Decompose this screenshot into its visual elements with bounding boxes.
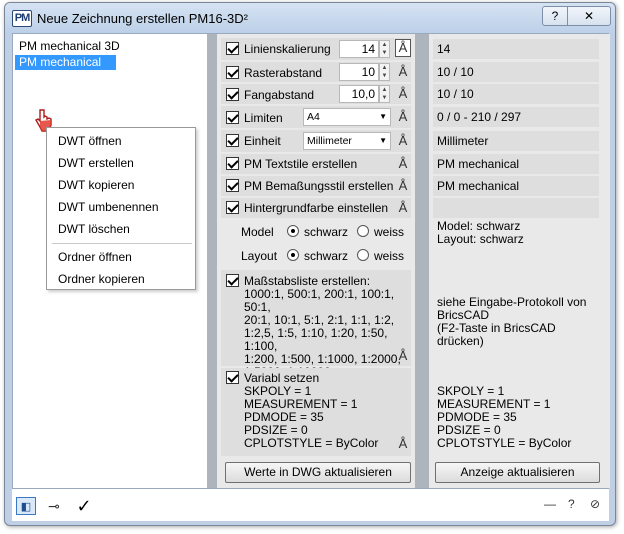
variabl-annotative-icon[interactable]: Å	[396, 436, 410, 452]
massstab-annotative-icon[interactable]: Å	[396, 348, 410, 364]
ok-check-icon[interactable]: ✓	[74, 497, 94, 515]
fangabstand-annotative-icon[interactable]: Å	[396, 86, 410, 102]
textstile-label: PM Textstile erstellen	[244, 157, 358, 171]
einheit-select[interactable]: Millimeter ▼	[303, 132, 391, 150]
bottom-toolbar: ◧ ⊸ ✓ — ? ⊘	[12, 489, 609, 521]
textstile-checkbox[interactable]	[226, 157, 239, 170]
rasterabstand-label: Rasterabstand	[244, 66, 323, 80]
menu-item-dwt-oeffnen[interactable]: DWT öffnen	[58, 131, 122, 151]
model-schwarz-label: schwarz	[304, 225, 349, 239]
result-colors: Model: schwarz Layout: schwarz	[437, 219, 524, 246]
limiten-select[interactable]: A4 ▼	[303, 108, 391, 126]
close-panel-icon[interactable]: ⊘	[590, 497, 600, 511]
hintergrundfarbe-label: Hintergrundfarbe einstellen	[244, 201, 389, 215]
linienskalierung-label: Linienskalierung	[244, 42, 331, 56]
variabl-checkbox[interactable]	[226, 371, 239, 384]
title-bar[interactable]: PM Neue Zeichnung erstellen PM16-3D² ? ✕	[5, 3, 615, 33]
tree-item-pm-mechanical-3d[interactable]: PM mechanical 3D	[15, 39, 120, 54]
rasterabstand-spinner[interactable]: ▲ ▼	[379, 63, 390, 81]
minimize-icon[interactable]: —	[544, 497, 556, 511]
variabl-list: SKPOLY = 1 MEASUREMENT = 1 PDMODE = 35 P…	[244, 384, 379, 450]
limiten-checkbox[interactable]	[226, 111, 239, 124]
layout-weiss-label: weiss	[374, 249, 405, 263]
einheit-select-value: Millimeter	[307, 135, 352, 147]
tree-item-pm-mechanical[interactable]: PM mechanical	[15, 55, 116, 70]
result-limiten: 0 / 0 - 210 / 297	[433, 107, 599, 127]
variabl-label: Variabl setzen	[244, 371, 320, 385]
linienskalierung-input[interactable]: 14	[339, 40, 379, 58]
layout-label: Layout	[241, 249, 278, 263]
result-bemassungsstil: PM mechanical	[433, 176, 599, 196]
einheit-checkbox[interactable]	[226, 134, 239, 147]
massstab-list: 1000:1, 500:1, 200:1, 100:1, 50:1, 20:1,…	[244, 287, 401, 379]
results-panel: 14 10 / 10 10 / 10 0 / 0 - 210 / 297 Mil…	[429, 34, 610, 488]
linienskalierung-spinner[interactable]: ▲ ▼	[379, 40, 390, 58]
model-weiss-label: weiss	[374, 225, 405, 239]
rasterabstand-annotative-icon[interactable]: Å	[396, 64, 410, 80]
rasterabstand-checkbox[interactable]	[226, 66, 239, 79]
pin-icon[interactable]: ⊸	[44, 497, 64, 515]
limiten-label: Limiten	[244, 111, 283, 125]
right-splitter[interactable]	[415, 34, 429, 488]
window-title: Neue Zeichnung erstellen PM16-3D²	[37, 11, 248, 26]
textstile-annotative-icon[interactable]: Å	[396, 156, 410, 172]
layout-schwarz-radio[interactable]	[287, 249, 299, 261]
result-einheit: Millimeter	[433, 131, 599, 151]
help-button[interactable]: ?	[542, 6, 568, 26]
fangabstand-input[interactable]: 10,0	[339, 85, 379, 103]
massstab-label: Maßstabsliste erstellen:	[244, 274, 371, 288]
fangabstand-checkbox[interactable]	[226, 88, 239, 101]
linienskalierung-annotative-icon[interactable]: Å	[395, 39, 411, 57]
result-fangabstand: 10 / 10	[433, 84, 599, 104]
update-view-button[interactable]: Anzeige aktualisieren	[435, 462, 600, 483]
chevron-down-icon: ▼	[379, 112, 387, 121]
close-button[interactable]: ✕	[567, 6, 611, 26]
app-logo-icon: PM	[12, 10, 32, 27]
layout-weiss-radio[interactable]	[357, 249, 369, 261]
menu-item-dwt-kopieren[interactable]: DWT kopieren	[58, 175, 134, 195]
layout-schwarz-label: schwarz	[304, 249, 349, 263]
massstab-checkbox[interactable]	[226, 274, 239, 287]
menu-item-dwt-erstellen[interactable]: DWT erstellen	[58, 153, 134, 173]
help-icon[interactable]: ?	[568, 497, 575, 511]
limiten-annotative-icon[interactable]: Å	[396, 109, 410, 125]
hintergrundfarbe-annotative-icon[interactable]: Å	[396, 200, 410, 216]
dialog-client-area: PM mechanical 3D PM mechanical DWT öffne…	[12, 33, 610, 489]
result-hintergrundfarbe	[433, 198, 599, 218]
settings-panel: Linienskalierung 14 ▲ ▼ Å Rasterabstand 1…	[217, 34, 415, 488]
model-weiss-radio[interactable]	[357, 225, 369, 237]
context-menu: DWT öffnen DWT erstellen DWT kopieren DW…	[46, 127, 196, 290]
result-rasterabstand: 10 / 10	[433, 62, 599, 82]
hintergrundfarbe-checkbox[interactable]	[226, 201, 239, 214]
template-tree[interactable]: PM mechanical 3D PM mechanical DWT öffne…	[13, 34, 206, 488]
bemassungsstil-annotative-icon[interactable]: Å	[396, 178, 410, 194]
rasterabstand-input[interactable]: 10	[339, 63, 379, 81]
menu-item-ordner-oeffnen[interactable]: Ordner öffnen	[58, 247, 132, 267]
result-massstab: siehe Eingabe-Protokoll von BricsCAD (F2…	[437, 295, 587, 348]
dock-panel-icon[interactable]: ◧	[16, 497, 36, 515]
dialog-window: PM Neue Zeichnung erstellen PM16-3D² ? ✕…	[4, 2, 616, 526]
result-linienskalierung: 14	[433, 39, 599, 59]
result-textstile: PM mechanical	[433, 154, 599, 174]
limiten-select-value: A4	[307, 111, 320, 123]
einheit-annotative-icon[interactable]: Å	[396, 133, 410, 149]
left-splitter[interactable]	[207, 34, 217, 488]
menu-item-dwt-loeschen[interactable]: DWT löschen	[58, 219, 130, 239]
model-label: Model	[241, 225, 274, 239]
menu-item-dwt-umbenennen[interactable]: DWT umbenennen	[58, 197, 159, 217]
bemassungsstil-checkbox[interactable]	[226, 179, 239, 192]
menu-separator	[52, 243, 192, 244]
einheit-label: Einheit	[244, 134, 281, 148]
fangabstand-label: Fangabstand	[244, 88, 315, 102]
menu-item-ordner-kopieren[interactable]: Ordner kopieren	[58, 269, 145, 289]
bemassungsstil-label: PM Bemaßungsstil erstellen	[244, 179, 394, 193]
update-dwg-button[interactable]: Werte in DWG aktualisieren	[225, 462, 411, 483]
model-schwarz-radio[interactable]	[287, 225, 299, 237]
chevron-down-icon: ▼	[379, 136, 387, 145]
linienskalierung-checkbox[interactable]	[226, 42, 239, 55]
result-variabl: SKPOLY = 1 MEASUREMENT = 1 PDMODE = 35 P…	[437, 384, 572, 450]
fangabstand-spinner[interactable]: ▲ ▼	[379, 85, 390, 103]
